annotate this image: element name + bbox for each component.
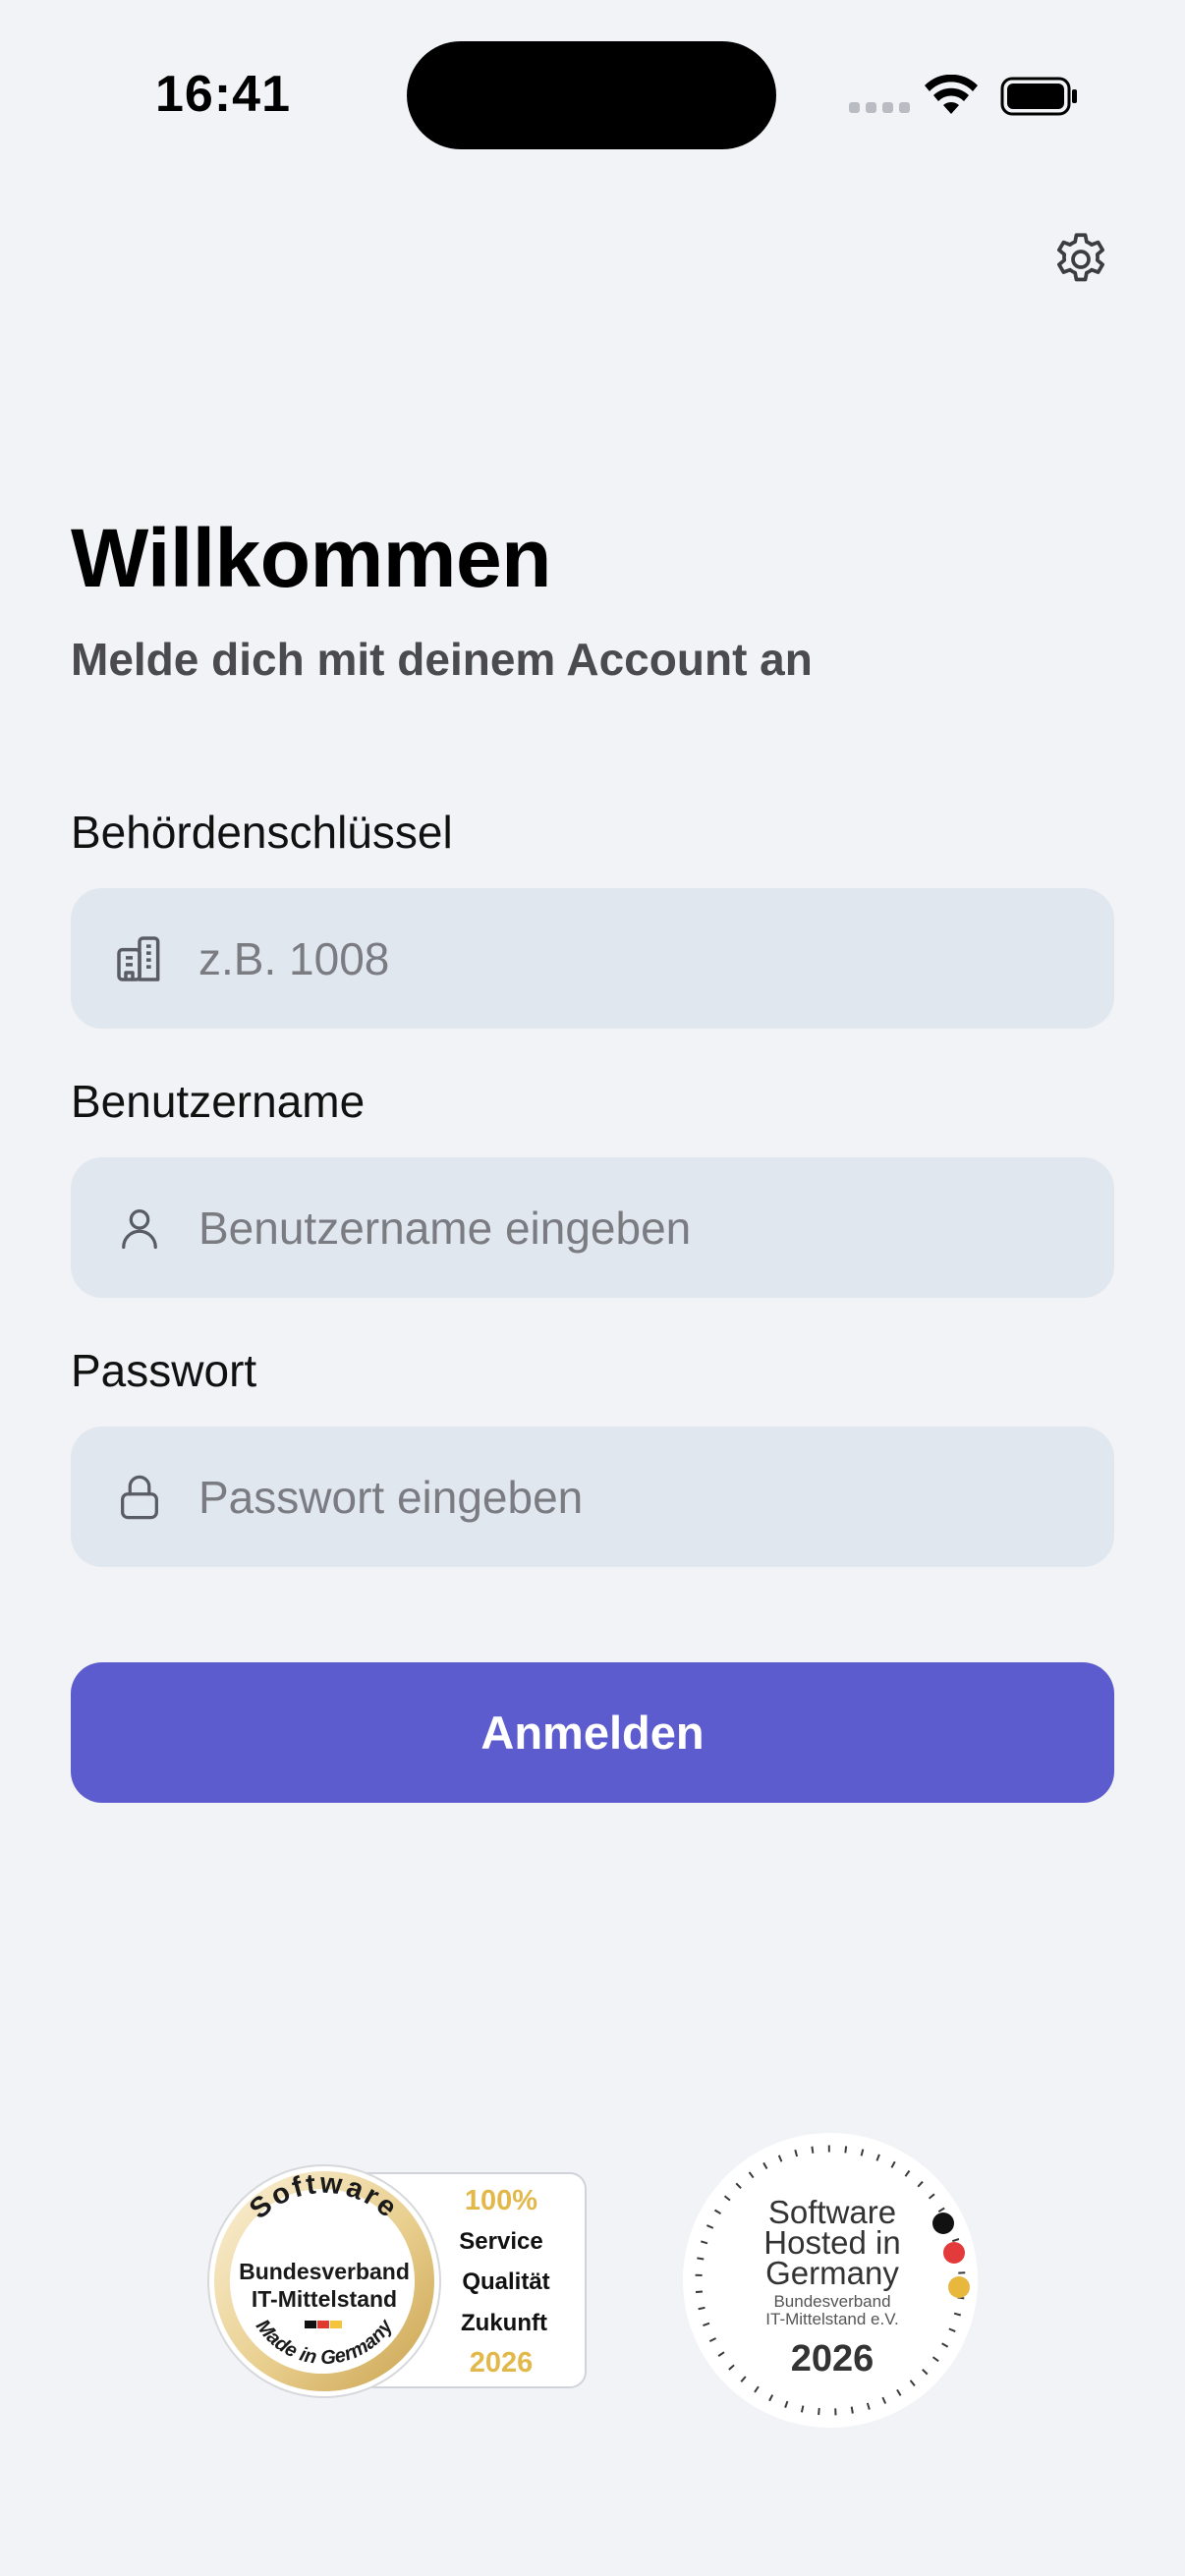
authority-key-field[interactable] [71,888,1114,1029]
lock-icon [110,1468,169,1527]
badge-side-2: Service [459,2228,542,2255]
hosted-year: 2026 [791,2338,875,2380]
badge-side-1: 100% [465,2185,537,2216]
page-subtitle: Melde dich mit deinem Account an [71,634,813,685]
user-icon [110,1199,169,1258]
page-title: Willkommen [71,512,552,604]
username-input[interactable] [198,1157,1083,1298]
software-made-in-germany-badge: Software Bundesverband IT-Mittelstand Ma… [207,2164,587,2398]
password-label: Passwort [71,1345,257,1396]
badge-side-5: 2026 [470,2347,534,2379]
gear-icon [1057,233,1104,282]
software-hosted-in-germany-badge: Software Hosted in Germany Bundesverband… [683,2133,978,2428]
badge-line-1: Bundesverband [239,2259,410,2284]
password-input[interactable] [198,1427,1083,1567]
login-button[interactable]: Anmelden [71,1662,1114,1803]
hosted-line-3: Germany [765,2255,899,2291]
cellular-signal-icon [849,102,910,113]
username-field[interactable] [71,1157,1114,1298]
status-time: 16:41 [155,66,291,123]
authority-key-label: Behördenschlüssel [71,807,453,858]
german-flag-icon [305,2321,342,2328]
badge-side-4: Zukunft [461,2310,547,2336]
badge-side-3: Qualität [462,2268,549,2295]
username-label: Benutzername [71,1076,366,1127]
wifi-icon [925,75,978,114]
badge-line-2: IT-Mittelstand [252,2286,397,2312]
battery-icon [1000,77,1077,116]
settings-button[interactable] [1049,228,1112,291]
password-field[interactable] [71,1427,1114,1567]
building-icon [110,929,169,988]
authority-key-input[interactable] [198,888,1083,1029]
status-bar: 16:41 [0,0,1185,187]
hosted-line-4: Bundesverband [773,2292,890,2311]
dynamic-island [407,41,776,149]
hosted-line-5: IT-Mittelstand e.V. [765,2310,898,2328]
